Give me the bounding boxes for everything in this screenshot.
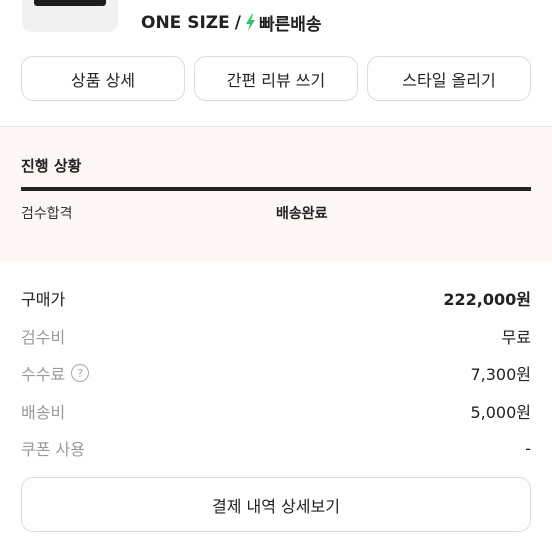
size-delivery-line: ONE SIZE / 빠른배송 <box>141 10 322 36</box>
help-icon[interactable]: ? <box>71 364 90 382</box>
upload-style-button[interactable]: 스타일 올리기 <box>367 56 531 101</box>
purchase-price-row: 구매가 222,000원 <box>21 286 531 310</box>
shipping-fee-row: 배송비 5,000원 <box>21 399 531 423</box>
coupon-label: 쿠폰 사용 <box>21 440 85 459</box>
product-thumbnail[interactable] <box>22 0 118 32</box>
shipping-fee-label: 배송비 <box>21 403 66 422</box>
commission-label: 수수료 <box>21 365 66 384</box>
size-label: ONE SIZE <box>141 12 230 33</box>
coupon-value: - <box>525 438 531 458</box>
commission-label-wrap: 수수료 ? <box>21 361 90 385</box>
step-delivered: 배송완료 <box>276 206 328 222</box>
inspection-fee-label: 검수비 <box>21 328 66 347</box>
inspection-fee-value: 무료 <box>501 328 531 347</box>
product-summary: ONE SIZE / 빠른배송 <box>0 0 552 45</box>
purchase-price-label: 구매가 <box>21 290 66 309</box>
write-review-button[interactable]: 간편 리뷰 쓰기 <box>194 56 358 101</box>
action-buttons: 상품 상세 간편 리뷰 쓰기 스타일 올리기 <box>21 56 531 101</box>
progress-title: 진행 상황 <box>21 157 82 175</box>
delivery-label: 빠른배송 <box>258 15 322 35</box>
coupon-row: 쿠폰 사용 - <box>21 436 531 460</box>
commission-row: 수수료 ? 7,300원 <box>21 361 531 385</box>
wallet-image <box>34 0 106 6</box>
payment-detail-button[interactable]: 결제 내역 상세보기 <box>21 477 531 532</box>
purchase-price-value: 222,000원 <box>443 290 531 309</box>
lightning-bolt-icon <box>245 14 255 31</box>
step-inspection-passed: 검수합격 <box>21 206 73 222</box>
commission-value: 7,300원 <box>470 365 531 384</box>
progress-section: 진행 상황 검수합격 배송완료 <box>0 126 552 261</box>
shipping-fee-value: 5,000원 <box>470 403 531 422</box>
separator: / <box>234 12 241 33</box>
progress-bar <box>21 187 531 191</box>
inspection-fee-row: 검수비 무료 <box>21 324 531 348</box>
product-detail-button[interactable]: 상품 상세 <box>21 56 185 101</box>
